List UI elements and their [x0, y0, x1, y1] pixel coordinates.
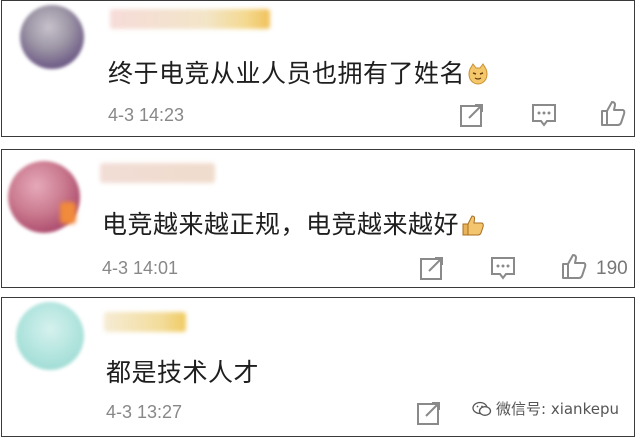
share-icon — [460, 104, 483, 127]
comment-icon — [532, 104, 556, 127]
avatar-badge — [60, 202, 76, 224]
like-icon — [562, 254, 587, 279]
thumbs-up-emoji — [461, 213, 485, 242]
comment-text: 都是技术人才 — [106, 353, 259, 389]
comment-text: 电竞越来越正规，电竞越来越好 — [102, 205, 485, 242]
like-count: 190 — [596, 258, 628, 279]
comment-text: 终于电竞从业人员也拥有了姓名 — [108, 54, 489, 91]
share-icon — [417, 402, 440, 425]
username-blurred[interactable] — [104, 312, 186, 332]
comment-card: 电竞越来越正规，电竞越来越好 4-3 14:01 190 — [1, 149, 635, 288]
avatar[interactable] — [16, 302, 84, 370]
comment-timestamp: 4-3 13:27 — [106, 402, 183, 422]
comment-icon — [491, 257, 515, 280]
username-blurred[interactable] — [100, 163, 215, 183]
comment-timestamp: 4-3 14:23 — [108, 105, 185, 125]
avatar[interactable] — [20, 5, 84, 69]
comment-text-content: 都是技术人才 — [106, 358, 260, 387]
wechat-icon — [472, 401, 492, 421]
comment-card: 终于电竞从业人员也拥有了姓名 4-3 14:23 — [1, 0, 635, 137]
share-icon — [420, 257, 443, 280]
watermark: 微信号: xiankepu — [470, 398, 621, 421]
username-blurred[interactable] — [110, 9, 270, 29]
share-button[interactable] — [415, 399, 443, 427]
like-button[interactable] — [560, 252, 588, 280]
reply-button[interactable] — [530, 101, 558, 129]
like-icon — [601, 101, 626, 126]
like-button[interactable] — [599, 99, 627, 127]
cat-face-emoji — [467, 62, 489, 91]
comment-text-content: 终于电竞从业人员也拥有了姓名 — [108, 59, 466, 88]
share-button[interactable] — [458, 101, 486, 129]
watermark-text: 微信号: xiankepu — [496, 400, 619, 418]
share-button[interactable] — [418, 254, 446, 282]
comment-text-content: 电竞越来越正规，电竞越来越好 — [102, 210, 460, 239]
comment-timestamp: 4-3 14:01 — [102, 258, 179, 278]
reply-button[interactable] — [489, 254, 517, 282]
